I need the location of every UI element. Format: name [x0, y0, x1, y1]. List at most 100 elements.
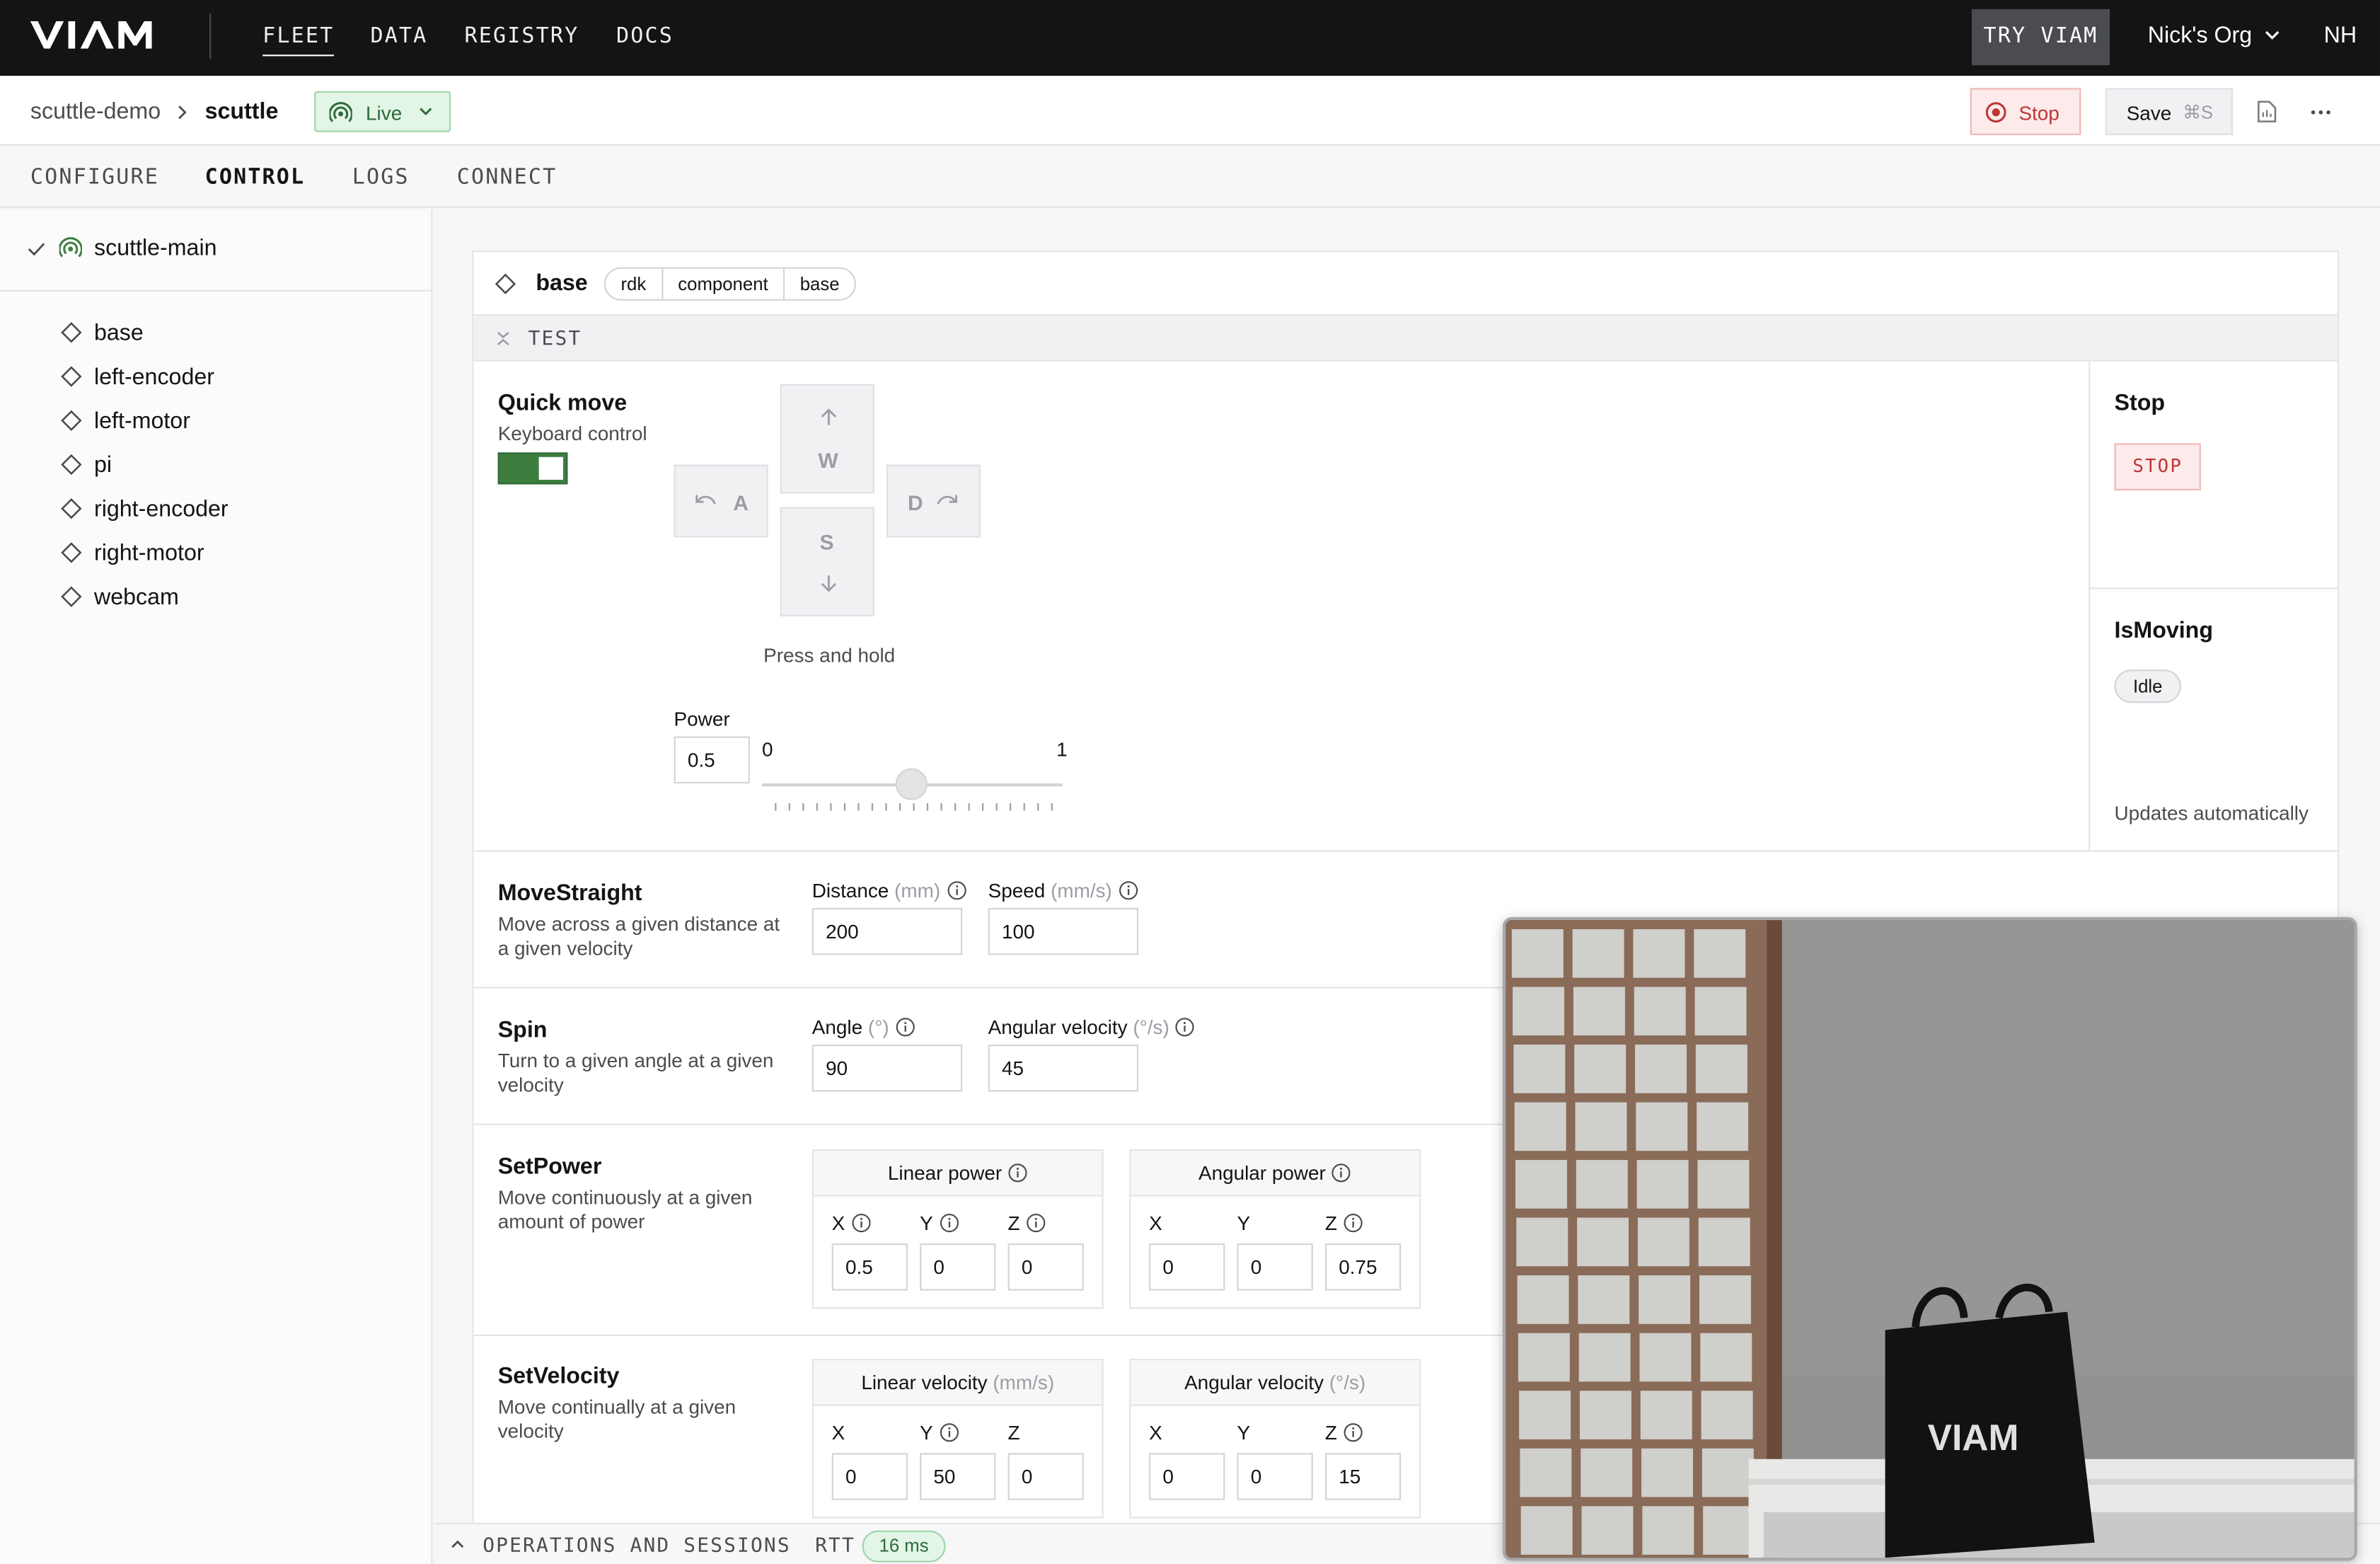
org-selector[interactable]: Nick's Org — [2148, 23, 2252, 48]
divider — [473, 850, 2338, 852]
component-type-tags: rdk component base — [603, 267, 857, 301]
webcam-stream-overlay[interactable]: VIAM — [1502, 916, 2357, 1561]
power-slider-handle[interactable] — [895, 768, 928, 800]
angular-velocity-group: Angular velocity (°/s) X 0 Y 0 Z 15 — [1129, 1359, 1421, 1519]
chevron-down-icon[interactable] — [2265, 29, 2280, 41]
sidebar-item-webcam[interactable]: webcam — [58, 582, 407, 615]
info-icon[interactable] — [1008, 1163, 1028, 1183]
tab-logs[interactable]: LOGS — [352, 166, 410, 190]
nav-data[interactable]: DATA — [370, 24, 427, 48]
signal-icon — [329, 102, 352, 123]
linear-power-x-input[interactable]: 0.5 — [831, 1243, 908, 1291]
angular-power-x-input[interactable]: 0 — [1149, 1243, 1225, 1291]
speed-input[interactable]: 100 — [988, 907, 1139, 955]
info-icon[interactable] — [1175, 1017, 1195, 1037]
tag-subtype: base — [799, 273, 840, 295]
angle-input[interactable]: 90 — [811, 1045, 963, 1092]
distance-input[interactable]: 200 — [811, 907, 963, 955]
stop-base-button[interactable]: STOP — [2114, 443, 2201, 490]
tab-connect[interactable]: CONNECT — [457, 166, 558, 190]
nav-docs[interactable]: DOCS — [616, 24, 674, 48]
key-a-button[interactable]: A — [674, 464, 768, 538]
tab-control[interactable]: CONTROL — [205, 166, 306, 190]
sidebar-item-label: pi — [94, 452, 112, 478]
is-moving-status-badge: Idle — [2114, 669, 2181, 703]
info-icon[interactable] — [1344, 1422, 1363, 1442]
key-w-button[interactable]: W — [780, 384, 874, 494]
user-avatar[interactable]: NH — [2324, 23, 2357, 48]
sidebar-item-right-encoder[interactable]: right-encoder — [58, 493, 407, 527]
more-options-icon[interactable] — [2310, 109, 2331, 115]
linear-velocity-z-input[interactable]: 0 — [1007, 1453, 1084, 1500]
breadcrumb-location[interactable]: scuttle-demo — [30, 98, 161, 124]
live-status-badge[interactable]: Live — [314, 91, 451, 132]
document-icon[interactable] — [2257, 100, 2277, 123]
tag-namespace: rdk — [606, 268, 663, 299]
live-status-label: Live — [366, 101, 403, 125]
linear-velocity-x-input[interactable]: 0 — [831, 1453, 908, 1500]
info-icon[interactable] — [1331, 1163, 1351, 1183]
viam-logo[interactable] — [30, 20, 161, 50]
sidebar-item-label: base — [94, 320, 144, 347]
linear-power-y-input[interactable]: 0 — [920, 1243, 996, 1291]
sidebar-item-base[interactable]: base — [58, 317, 407, 350]
set-velocity-title: SetVelocity — [497, 1363, 620, 1390]
angular-velocity-z-input[interactable]: 15 — [1324, 1453, 1402, 1500]
key-d-button[interactable]: D — [886, 464, 981, 538]
angular-power-y-input[interactable]: 0 — [1237, 1243, 1313, 1291]
info-icon[interactable] — [939, 1213, 959, 1233]
linear-velocity-y-input[interactable]: 50 — [920, 1453, 996, 1500]
toggle-knob — [538, 456, 563, 480]
set-velocity-description: Move continually at a given velocity — [497, 1395, 736, 1443]
info-icon[interactable] — [1026, 1213, 1046, 1233]
key-s-button[interactable]: S — [780, 507, 874, 617]
stop-robot-button[interactable]: Stop — [1970, 88, 2081, 135]
keyboard-control-label: Keyboard control — [497, 422, 647, 445]
info-icon[interactable] — [895, 1017, 915, 1037]
sidebar-item-label: webcam — [94, 584, 179, 611]
angular-velocity-field-label: Angular velocity (°/s) — [988, 1016, 1196, 1038]
angular-velocity-x-input[interactable]: 0 — [1149, 1453, 1225, 1500]
info-icon[interactable] — [1118, 880, 1138, 900]
linear-velocity-y-label: Y — [920, 1421, 959, 1444]
signal-icon — [59, 237, 82, 258]
angular-velocity-y-input[interactable]: 0 — [1237, 1453, 1313, 1500]
sidebar-item-left-motor[interactable]: left-motor — [58, 406, 407, 439]
press-and-hold-hint: Press and hold — [763, 643, 896, 667]
sidebar-item-label: left-motor — [94, 408, 190, 435]
shoji-screen — [1506, 920, 1782, 1558]
linear-velocity-z-label: Z — [1007, 1421, 1020, 1444]
info-icon[interactable] — [1344, 1213, 1363, 1233]
sidebar-part-scuttle-main[interactable]: scuttle-main — [0, 209, 432, 292]
sidebar-item-pi[interactable]: pi — [58, 449, 407, 483]
angular-power-z-input[interactable]: 0.75 — [1324, 1243, 1402, 1291]
power-input[interactable]: 0.5 — [674, 736, 750, 784]
is-moving-title: IsMoving — [2114, 618, 2214, 644]
info-icon[interactable] — [851, 1213, 871, 1233]
info-icon[interactable] — [939, 1422, 959, 1442]
sidebar-item-right-motor[interactable]: right-motor — [58, 537, 407, 570]
key-a-label: A — [733, 490, 749, 515]
nav-registry[interactable]: REGISTRY — [464, 24, 579, 48]
linear-power-z-input[interactable]: 0 — [1007, 1243, 1084, 1291]
component-diamond-icon — [61, 454, 82, 476]
nav-fleet[interactable]: FLEET — [262, 24, 335, 57]
test-section-label: TEST — [528, 328, 582, 351]
info-icon[interactable] — [947, 880, 966, 900]
component-diamond-icon — [61, 366, 82, 387]
tab-configure[interactable]: CONFIGURE — [30, 166, 159, 190]
move-straight-title: MoveStraight — [497, 880, 642, 907]
set-power-description: Move continuously at a given amount of p… — [497, 1185, 753, 1234]
angular-power-group: Angular power X 0 Y 0 Z 0.75 — [1129, 1149, 1421, 1309]
linear-velocity-group: Linear velocity (mm/s) X 0 Y 50 Z 0 — [811, 1359, 1104, 1519]
try-viam-button[interactable]: TRY VIAM — [1971, 8, 2110, 66]
robot-name: scuttle — [204, 98, 279, 125]
slider-min-label: 0 — [761, 737, 773, 761]
sidebar-item-left-encoder[interactable]: left-encoder — [58, 362, 407, 395]
angular-velocity-y-label: Y — [1237, 1421, 1251, 1444]
save-button[interactable]: Save ⌘S — [2105, 88, 2233, 135]
angular-velocity-input[interactable]: 45 — [988, 1045, 1139, 1092]
test-section-toggle[interactable]: TEST — [473, 316, 2338, 362]
robot-header: scuttle-demo scuttle Live Stop Save ⌘S — [0, 76, 2380, 146]
keyboard-control-toggle[interactable] — [497, 452, 568, 485]
